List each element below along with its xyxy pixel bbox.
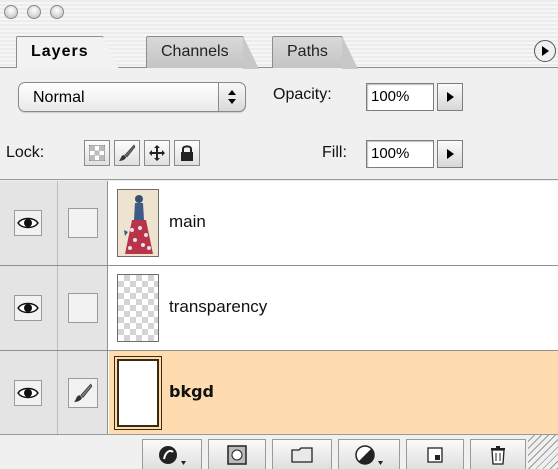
blend-options-row: Normal Opacity: 100% [0, 68, 558, 128]
visibility-column [0, 266, 58, 350]
tab-layers[interactable]: Layers [16, 36, 119, 69]
visibility-column [0, 351, 58, 435]
visibility-toggle[interactable] [14, 210, 42, 236]
fill-label: Fill: [322, 144, 347, 161]
layers-palette: Layers Channels Paths Normal Opacity: 10… [0, 0, 558, 469]
layer-mask-icon [227, 445, 247, 465]
layer-row-main[interactable]: main [0, 181, 558, 266]
brush-icon [119, 144, 136, 161]
figure-thumbnail-image [118, 190, 158, 256]
palette-menu-button[interactable] [534, 40, 556, 62]
palette-tabs: Layers Channels Paths [0, 28, 558, 69]
layer-name[interactable]: transparency [169, 297, 267, 317]
layer-style-button[interactable] [142, 439, 202, 469]
layer-content[interactable]: transparency [109, 266, 558, 350]
layer-brush-indicator[interactable] [68, 378, 98, 408]
layer-thumbnail [117, 189, 159, 257]
blend-mode-value: Normal [33, 89, 85, 106]
delete-layer-button[interactable] [470, 439, 526, 469]
eye-icon [17, 302, 39, 314]
triangle-right-icon [447, 149, 454, 159]
layer-name[interactable]: main [169, 212, 206, 232]
select-arrows-icon [218, 82, 246, 112]
new-layer-button[interactable] [406, 439, 464, 469]
layer-link-toggle[interactable] [68, 208, 98, 238]
resize-grip[interactable] [528, 435, 558, 469]
lock-all-button[interactable] [174, 140, 200, 166]
opacity-input[interactable]: 100% [366, 83, 434, 111]
move-arrows-icon [149, 145, 165, 161]
layer-link-toggle[interactable] [68, 293, 98, 323]
eye-icon [17, 387, 39, 399]
lock-label: Lock: [6, 144, 45, 161]
blend-mode-select[interactable]: Normal [18, 82, 246, 112]
minimize-button[interactable] [27, 5, 41, 19]
layer-row-transparency[interactable]: transparency [0, 266, 558, 351]
link-column [58, 266, 108, 350]
trash-icon [491, 446, 505, 465]
layer-thumbnail [117, 274, 159, 342]
fill-slider-button[interactable] [437, 140, 463, 168]
checkerboard-icon [89, 145, 105, 161]
triangle-right-icon [447, 92, 454, 102]
link-column [58, 181, 108, 265]
visibility-column [0, 181, 58, 265]
layers-toolbar [0, 434, 558, 469]
layer-content[interactable]: main [109, 181, 558, 265]
layer-content[interactable]: bkgd [109, 351, 558, 435]
tab-channels[interactable]: Channels [146, 36, 259, 69]
padlock-icon [181, 145, 193, 161]
layer-name[interactable]: bkgd [169, 382, 214, 401]
new-layer-icon [427, 447, 443, 463]
link-column [58, 351, 108, 435]
brush-icon [74, 383, 93, 402]
new-group-button[interactable] [272, 439, 332, 469]
lock-pixels-button[interactable] [114, 140, 140, 166]
fill-input[interactable]: 100% [366, 140, 434, 168]
opacity-slider-button[interactable] [437, 83, 463, 111]
layer-thumbnail [117, 359, 159, 427]
palette-title-bar[interactable] [0, 0, 558, 28]
layer-row-bkgd[interactable]: bkgd [0, 351, 558, 436]
new-adjustment-layer-button[interactable] [338, 439, 400, 469]
close-button[interactable] [4, 5, 18, 19]
layer-style-icon [159, 446, 186, 465]
adjustment-layer-icon [355, 445, 383, 465]
lock-transparency-button[interactable] [84, 140, 110, 166]
lock-position-button[interactable] [144, 140, 170, 166]
eye-icon [17, 217, 39, 229]
visibility-toggle[interactable] [14, 295, 42, 321]
tab-paths[interactable]: Paths [272, 36, 358, 69]
layers-list: main transparency bkgd [0, 181, 558, 436]
triangle-right-icon [542, 46, 549, 56]
lock-options-row: Lock: Fill: 100% [0, 128, 558, 180]
visibility-toggle[interactable] [14, 380, 42, 406]
opacity-label: Opacity: [273, 86, 332, 103]
add-layer-mask-button[interactable] [208, 439, 266, 469]
new-group-folder-icon [291, 447, 313, 463]
zoom-button[interactable] [50, 5, 64, 19]
